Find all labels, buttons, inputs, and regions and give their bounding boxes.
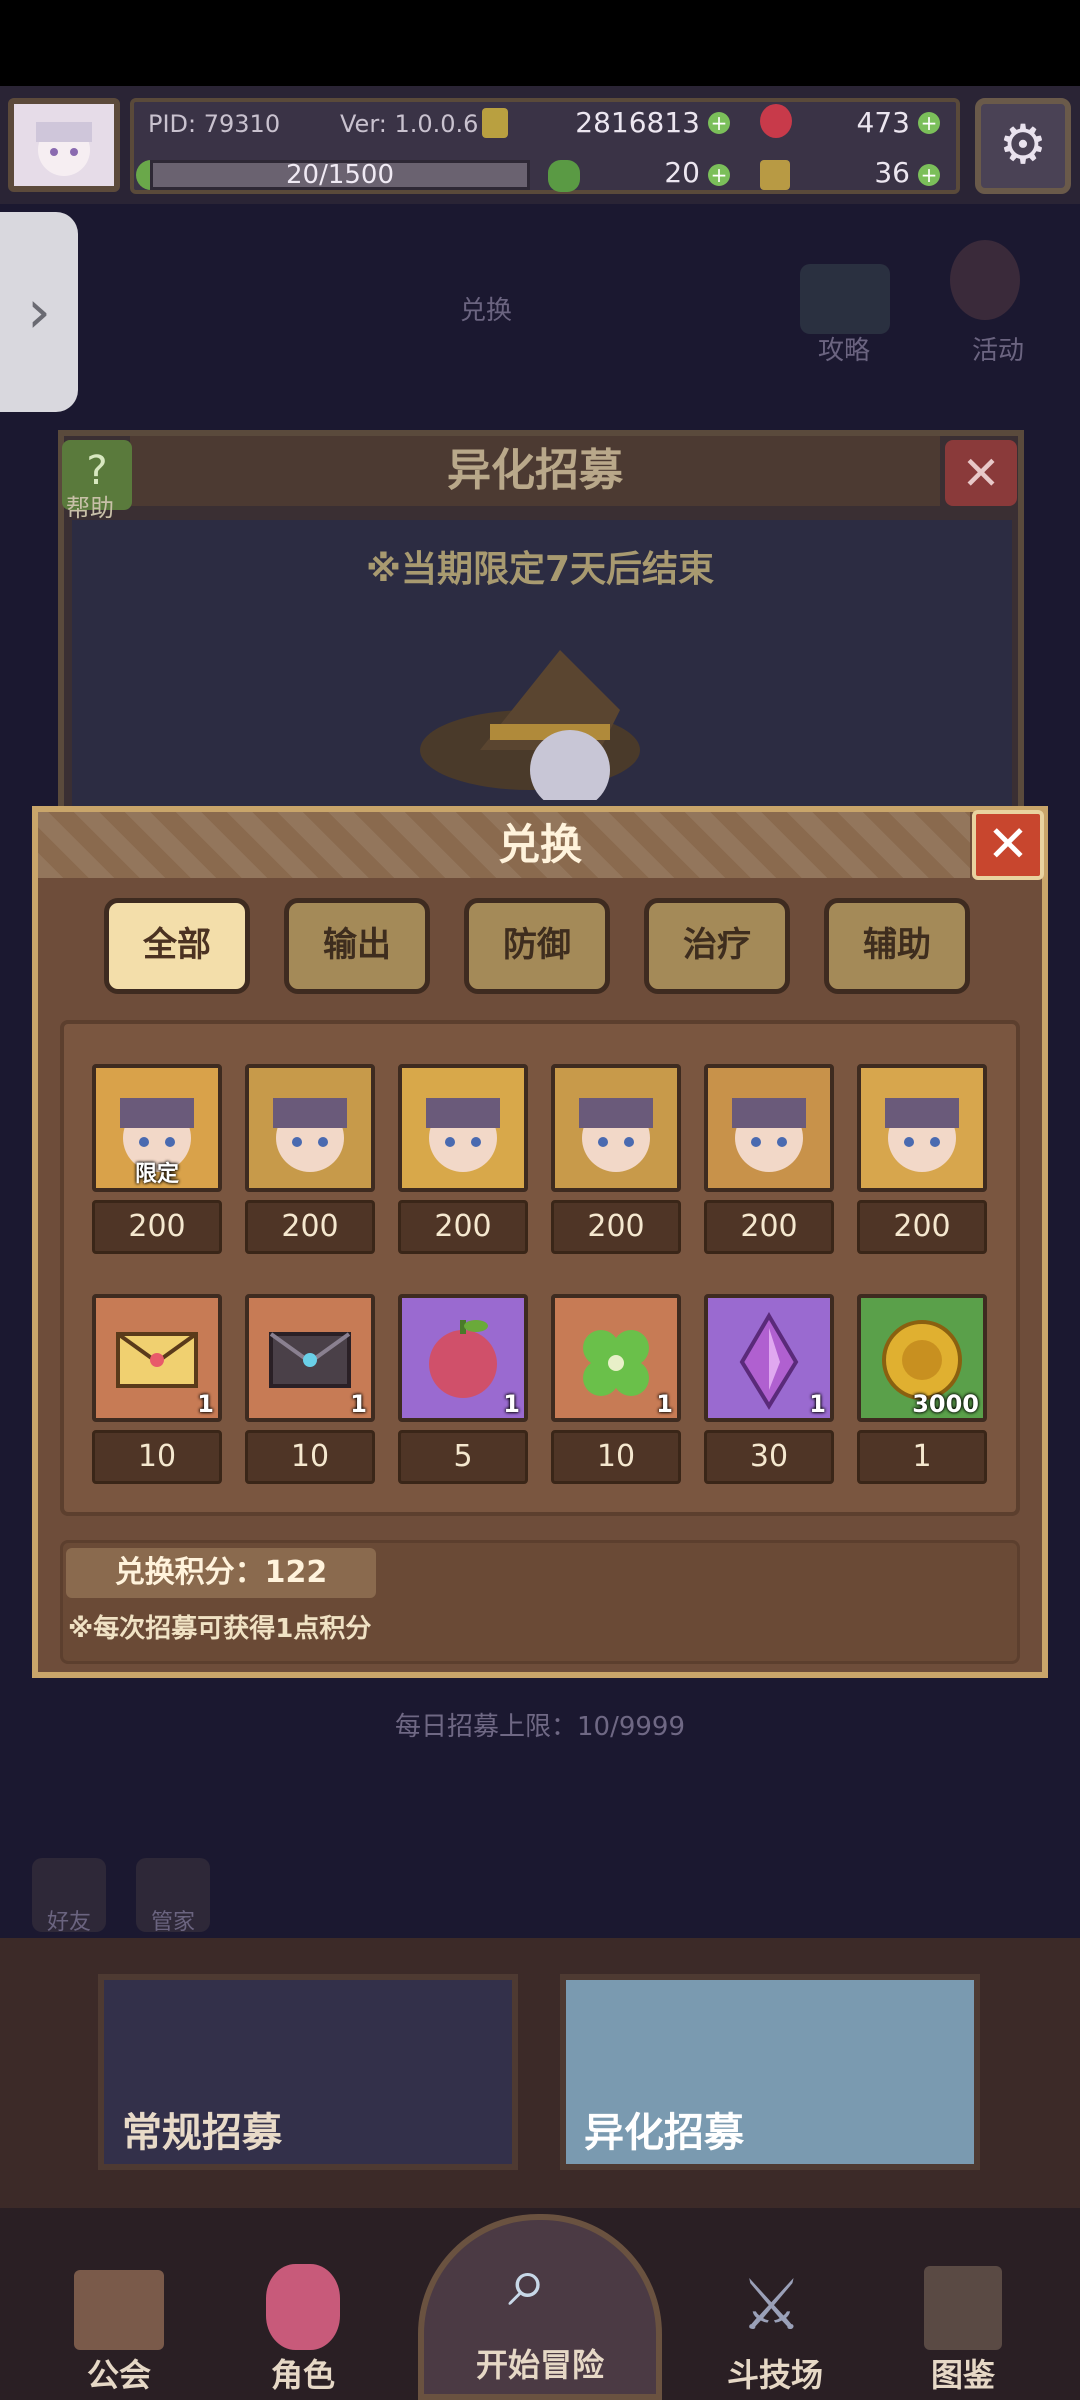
item-card[interactable]: 3000	[857, 1294, 987, 1422]
nav-guild[interactable]: 公会	[44, 2250, 194, 2400]
tab-all[interactable]: 全部	[104, 898, 250, 994]
item-quantity: 1	[197, 1390, 214, 1418]
clover-icon	[548, 160, 580, 192]
ticket-amount: 36	[874, 156, 910, 189]
character-card[interactable]	[245, 1064, 375, 1192]
character-price: 200	[92, 1200, 222, 1254]
clover-amount: 20	[664, 156, 700, 189]
xp-bar: 20/1500	[150, 160, 530, 190]
character-card[interactable]	[551, 1064, 681, 1192]
nav-character[interactable]: 角色	[228, 2250, 378, 2400]
character-card[interactable]	[398, 1064, 528, 1192]
friend-label: 好友	[46, 1910, 91, 1935]
strategy-icon	[800, 264, 890, 334]
character-card[interactable]: 限定	[92, 1064, 222, 1192]
character-card[interactable]	[857, 1064, 987, 1192]
avatar-portrait-icon	[14, 104, 114, 186]
tab-defense[interactable]: 防御	[464, 898, 610, 994]
limited-badge: 限定	[134, 1162, 179, 1187]
add-gold-icon[interactable]: +	[708, 112, 730, 134]
modal-title: 兑换	[497, 820, 582, 869]
item-card[interactable]: 1	[551, 1294, 681, 1422]
points-note: ※每次招募可获得1点积分	[68, 1614, 372, 1644]
normal-recruit-label: 常规招募	[122, 2110, 282, 2156]
item-card[interactable]: 1	[245, 1294, 375, 1422]
add-clover-icon[interactable]: +	[708, 164, 730, 186]
character-portrait-icon	[579, 1098, 653, 1172]
character-price: 200	[245, 1200, 375, 1254]
balloon-icon	[950, 240, 1020, 320]
status-bar	[0, 0, 1080, 86]
nav-adventure-label: 开始冒险	[475, 2346, 604, 2384]
crossed-swords-icon: ⚔	[740, 2264, 803, 2346]
character-portrait-icon	[273, 1098, 347, 1172]
character-card[interactable]	[704, 1064, 834, 1192]
item-price: 5	[398, 1430, 528, 1484]
bg-close-icon[interactable]: ✕	[945, 440, 1017, 506]
character-price: 200	[857, 1200, 987, 1254]
butler-label: 管家	[150, 1910, 195, 1935]
magnifier-icon: ⌕	[508, 2240, 548, 2322]
gem-icon	[760, 104, 792, 138]
version-text: Ver: 1.0.0.6	[340, 110, 479, 138]
tab-output[interactable]: 输出	[284, 898, 430, 994]
bg-strategy-label: 攻略	[818, 336, 871, 366]
witch-hat-icon	[420, 650, 640, 800]
item-quantity: 1	[503, 1390, 520, 1418]
pid-text: PID: 79310	[148, 110, 281, 138]
item-price: 10	[245, 1430, 375, 1484]
character-portrait-icon	[426, 1098, 500, 1172]
add-ticket-icon[interactable]: +	[918, 164, 940, 186]
friend-icon[interactable]: 好友	[32, 1858, 106, 1935]
item-quantity: 1	[656, 1390, 673, 1418]
item-quantity: 3000	[912, 1390, 979, 1418]
tab-support[interactable]: 辅助	[824, 898, 970, 994]
coin-icon	[482, 108, 508, 138]
guild-icon	[74, 2270, 164, 2350]
side-expand-tab[interactable]: ›	[0, 212, 78, 412]
character-price: 200	[704, 1200, 834, 1254]
nav-character-label: 角色	[270, 2356, 335, 2394]
add-gem-icon[interactable]: +	[918, 112, 940, 134]
gallery-icon	[924, 2266, 1002, 2350]
nav-guild-label: 公会	[86, 2356, 151, 2394]
item-price: 10	[551, 1430, 681, 1484]
help-label: 帮助	[66, 494, 114, 522]
nav-arena-label: 斗技场	[726, 2356, 823, 2394]
character-portrait-icon	[732, 1098, 806, 1172]
bg-exchange-label: 兑换	[460, 296, 513, 326]
daily-limit-text: 每日招募上限：10/9999	[394, 1712, 685, 1742]
normal-recruit-card[interactable]: 常规招募	[98, 1974, 518, 2170]
nav-gallery-label: 图鉴	[930, 2356, 995, 2394]
tab-heal[interactable]: 治疗	[644, 898, 790, 994]
gem-amount: 473	[856, 106, 910, 139]
character-portrait-icon	[885, 1098, 959, 1172]
special-recruit-label: 异化招募	[584, 2110, 744, 2156]
character-price: 200	[398, 1200, 528, 1254]
modal-close-button[interactable]: ✕	[972, 810, 1044, 880]
gold-amount: 2816813	[575, 106, 700, 139]
item-quantity: 1	[809, 1390, 826, 1418]
bg-activity-label: 活动	[972, 336, 1025, 366]
character-price: 200	[551, 1200, 681, 1254]
exchange-points: 兑换积分：122	[66, 1548, 376, 1598]
player-avatar[interactable]	[8, 98, 120, 192]
item-price: 1	[857, 1430, 987, 1484]
ticket-icon	[760, 160, 790, 190]
bg-panel-title: 异化招募	[130, 436, 940, 506]
settings-gear-icon[interactable]: ⚙	[975, 98, 1071, 194]
nav-gallery[interactable]: 图鉴	[888, 2250, 1038, 2400]
item-card[interactable]: 1	[704, 1294, 834, 1422]
item-card[interactable]: 1	[92, 1294, 222, 1422]
item-card[interactable]: 1	[398, 1294, 528, 1422]
nav-arena[interactable]: ⚔ 斗技场	[700, 2250, 850, 2400]
special-recruit-card[interactable]: 异化招募	[560, 1974, 980, 2170]
item-quantity: 1	[350, 1390, 367, 1418]
bg-notice-text: ※当期限定7天后结束	[365, 549, 715, 590]
butler-icon[interactable]: 管家	[136, 1858, 210, 1935]
item-price: 10	[92, 1430, 222, 1484]
character-icon	[266, 2264, 340, 2350]
item-price: 30	[704, 1430, 834, 1484]
